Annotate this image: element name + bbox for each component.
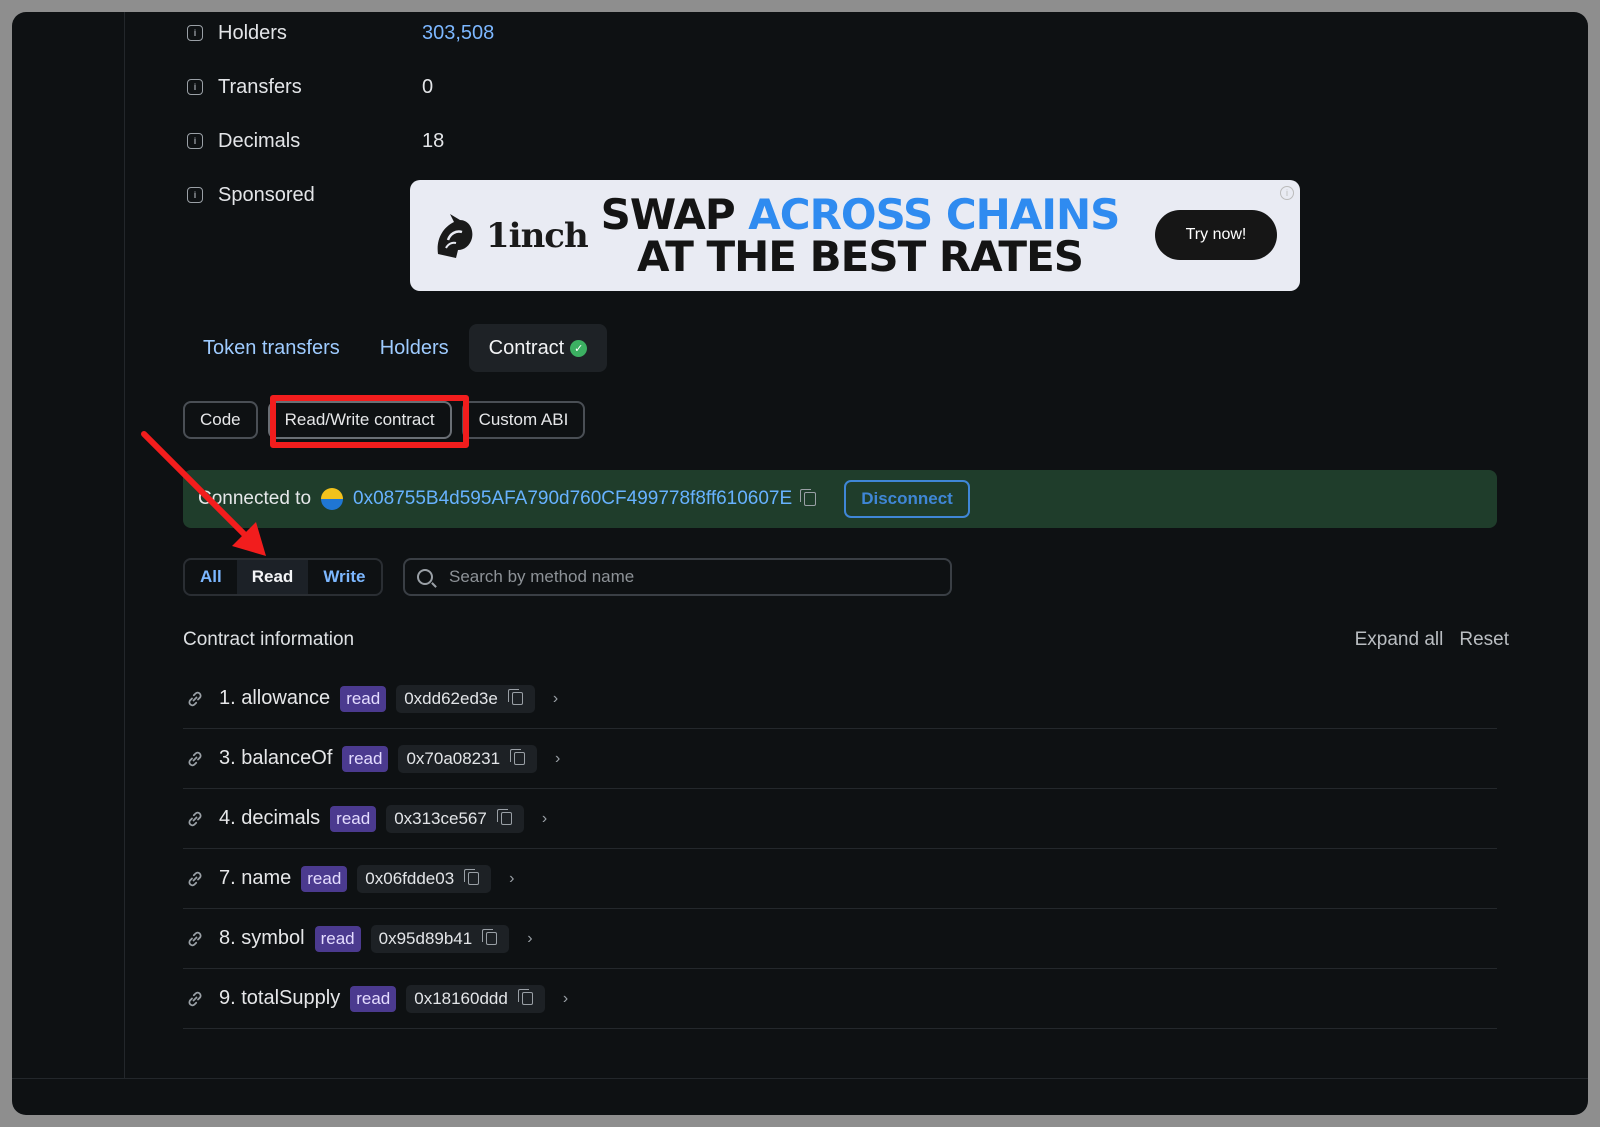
- verified-check-icon: ✓: [570, 339, 588, 357]
- decimals-value: 18: [422, 129, 445, 152]
- transfers-value: 0: [422, 75, 434, 98]
- method-name: 7. name: [219, 867, 292, 889]
- copy-icon[interactable]: [496, 809, 512, 825]
- search-input[interactable]: [449, 567, 909, 587]
- reset-button[interactable]: Reset: [1459, 629, 1509, 651]
- method-signature: 0x70a08231: [398, 744, 538, 773]
- contract-actions: Expand all Reset: [1355, 629, 1509, 651]
- headline-line2: AT THE BEST RATES: [636, 232, 1084, 281]
- unicorn-icon: [437, 214, 473, 258]
- copy-icon[interactable]: [464, 869, 480, 885]
- wallet-address-link[interactable]: 0x08755B4d595AFA790d760CF499778f8ff61060…: [353, 488, 792, 510]
- info-icon: i: [187, 187, 203, 203]
- browser-window: i Holders 303,508 i Transfers 0 i Decima…: [12, 12, 1588, 1115]
- ad-info-icon[interactable]: i: [1280, 186, 1294, 200]
- info-row-transfers: i Transfers 0: [187, 73, 433, 101]
- contract-info-title: Contract information: [183, 629, 355, 650]
- method-name: 4. decimals: [219, 807, 321, 829]
- info-icon: i: [187, 133, 203, 149]
- method-type-badge: read: [330, 805, 377, 832]
- banner-headline: SWAP ACROSS CHAINS AT THE BEST RATES: [590, 194, 1130, 278]
- tab-holders[interactable]: Holders: [360, 324, 469, 372]
- method-name: 8. symbol: [219, 927, 305, 949]
- chevron-right-icon[interactable]: ›: [563, 990, 568, 1008]
- info-label: Transfers: [218, 75, 302, 98]
- try-now-button[interactable]: Try now!: [1155, 210, 1277, 260]
- method-row[interactable]: 8. symbol read 0x95d89b41 ›: [183, 909, 1497, 969]
- method-search: [403, 558, 952, 596]
- method-signature: 0xdd62ed3e: [396, 684, 535, 713]
- method-type-badge: read: [301, 865, 348, 892]
- signature-text: 0x95d89b41: [378, 928, 473, 948]
- method-row[interactable]: 7. name read 0x06fdde03 ›: [183, 849, 1497, 909]
- expand-all-button[interactable]: Expand all: [1355, 629, 1444, 651]
- layout-divider: [124, 12, 125, 1079]
- method-row[interactable]: 3. balanceOf read 0x70a08231 ›: [183, 729, 1497, 789]
- copy-icon[interactable]: [517, 989, 533, 1005]
- method-row[interactable]: 9. totalSupply read 0x18160ddd ›: [183, 969, 1497, 1029]
- copy-icon[interactable]: [800, 489, 817, 506]
- method-type-badge: read: [340, 685, 387, 712]
- copy-icon[interactable]: [507, 689, 523, 705]
- info-row-sponsored: i Sponsored: [187, 181, 413, 209]
- signature-text: 0xdd62ed3e: [404, 688, 498, 708]
- method-signature: 0x06fdde03: [357, 864, 492, 893]
- footer-divider: [12, 1078, 1588, 1079]
- tab-contract[interactable]: Contract ✓: [468, 324, 608, 372]
- method-type-filter: All Read Write: [183, 558, 383, 596]
- method-name: 9. totalSupply: [219, 987, 341, 1009]
- copy-icon[interactable]: [510, 749, 526, 765]
- holders-count-link[interactable]: 303,508: [422, 22, 494, 45]
- signature-text: 0x70a08231: [406, 748, 501, 768]
- chevron-right-icon[interactable]: ›: [553, 690, 558, 708]
- annotation-highlight-box: [270, 395, 469, 448]
- chevron-right-icon[interactable]: ›: [542, 810, 547, 828]
- method-row[interactable]: 1. allowance read 0xdd62ed3e ›: [183, 669, 1497, 729]
- info-row-holders: i Holders 303,508: [187, 19, 494, 47]
- oneinch-logo: 1inch: [428, 210, 589, 262]
- info-label: Decimals: [218, 129, 301, 152]
- method-signature: 0x18160ddd: [406, 984, 545, 1013]
- link-icon[interactable]: [186, 750, 204, 768]
- method-name: 3. balanceOf: [219, 747, 333, 769]
- method-type-badge: read: [314, 925, 361, 952]
- annotation-arrow: [141, 431, 266, 556]
- sponsored-banner[interactable]: 1inch SWAP ACROSS CHAINS AT THE BEST RAT…: [410, 180, 1300, 291]
- info-label: Holders: [218, 21, 287, 44]
- disconnect-button[interactable]: Disconnect: [844, 480, 970, 518]
- chevron-right-icon[interactable]: ›: [555, 750, 560, 768]
- link-icon[interactable]: [186, 870, 204, 888]
- filter-read[interactable]: Read: [236, 560, 309, 594]
- tab-token-transfers[interactable]: Token transfers: [183, 324, 360, 372]
- tab-contract-label: Contract: [488, 336, 565, 359]
- search-icon: [417, 569, 433, 585]
- method-type-badge: read: [350, 985, 397, 1012]
- banner-brand: 1inch: [486, 216, 589, 256]
- method-signature: 0x313ce567: [386, 804, 524, 833]
- signature-text: 0x06fdde03: [365, 868, 455, 888]
- link-icon[interactable]: [186, 930, 204, 948]
- filter-all[interactable]: All: [185, 560, 237, 594]
- method-name: 1. allowance: [219, 687, 331, 709]
- copy-icon[interactable]: [482, 929, 498, 945]
- token-tabs: Token transfers Holders Contract ✓: [183, 324, 608, 372]
- method-row[interactable]: 4. decimals read 0x313ce567 ›: [183, 789, 1497, 849]
- connected-wallet-bar: Connected to 0x08755B4d595AFA790d760CF49…: [183, 470, 1497, 528]
- chevron-right-icon[interactable]: ›: [509, 870, 514, 888]
- info-row-decimals: i Decimals 18: [187, 127, 444, 155]
- wallet-avatar-icon: [321, 488, 344, 510]
- chevron-right-icon[interactable]: ›: [527, 930, 532, 948]
- link-icon[interactable]: [186, 990, 204, 1008]
- signature-text: 0x18160ddd: [414, 988, 508, 1008]
- info-label: Sponsored: [218, 183, 315, 206]
- info-icon: i: [187, 25, 203, 41]
- signature-text: 0x313ce567: [394, 808, 487, 828]
- custom-abi-button[interactable]: Custom ABI: [461, 401, 586, 439]
- filter-write[interactable]: Write: [308, 560, 380, 594]
- info-icon: i: [187, 79, 203, 95]
- link-icon[interactable]: [186, 690, 204, 708]
- method-type-badge: read: [342, 745, 389, 772]
- method-signature: 0x95d89b41: [370, 924, 510, 953]
- link-icon[interactable]: [186, 810, 204, 828]
